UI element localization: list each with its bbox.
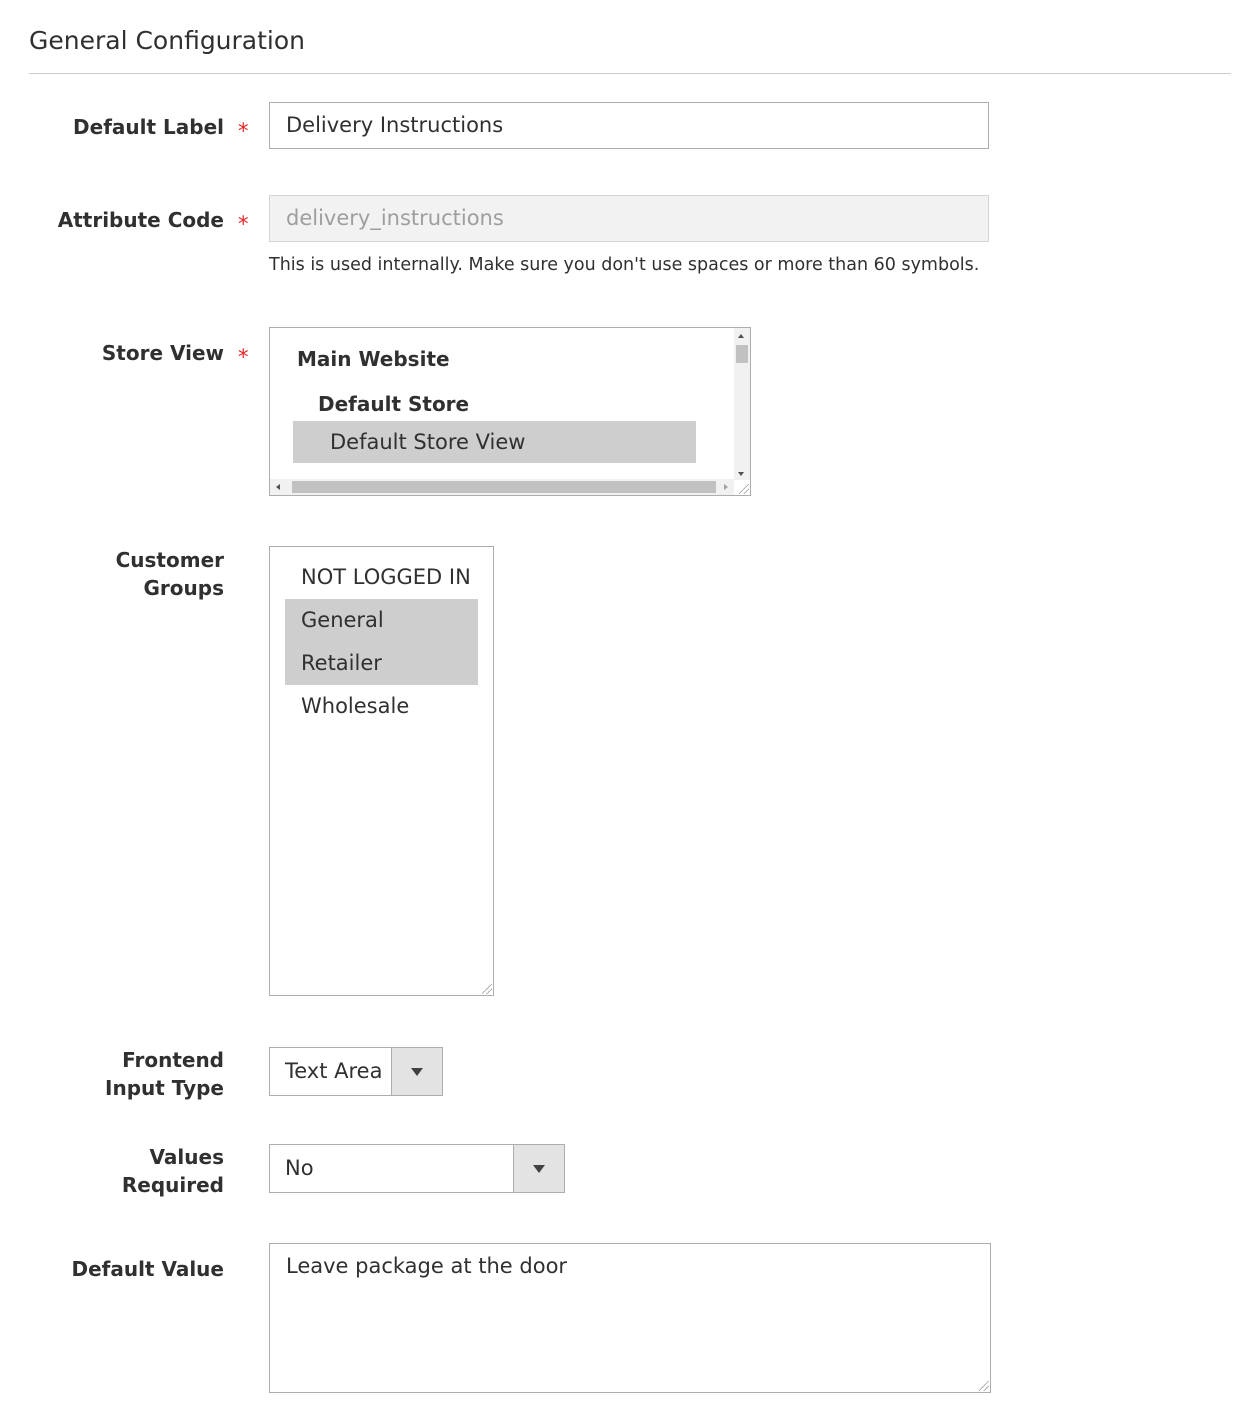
option-retailer[interactable]: Retailer	[285, 642, 478, 685]
section-divider	[29, 73, 1231, 74]
frontend-input-type-label: Frontend Input Type	[24, 1046, 224, 1102]
values-required-value: No	[285, 1156, 314, 1180]
values-required-label-line1: Values	[149, 1145, 224, 1169]
scroll-down-arrow-icon[interactable]	[738, 472, 744, 476]
default-value-textarea[interactable]: Leave package at the door	[269, 1243, 991, 1393]
vertical-scroll-thumb[interactable]	[736, 345, 748, 363]
frontend-input-type-value: Text Area	[285, 1059, 383, 1083]
required-star: *	[238, 345, 249, 369]
customer-groups-label: Customer Groups	[24, 546, 224, 602]
frontend-input-type-label-line1: Frontend	[122, 1048, 224, 1072]
resize-grip-icon[interactable]	[739, 484, 749, 494]
store-view-multiselect[interactable]: Main Website Default Store Default Store…	[269, 327, 751, 496]
frontend-input-type-select[interactable]: Text Area	[269, 1047, 443, 1096]
attribute-code-input: delivery_instructions	[269, 195, 989, 242]
scroll-right-arrow-icon[interactable]	[724, 484, 728, 490]
option-general[interactable]: General	[285, 599, 478, 642]
default-value-text: Leave package at the door	[286, 1254, 568, 1278]
values-required-select[interactable]: No	[269, 1144, 565, 1193]
required-star: *	[238, 119, 249, 143]
frontend-input-type-dropdown-button[interactable]	[391, 1048, 442, 1095]
section-title: General Configuration	[29, 26, 306, 55]
values-required-label: Values Required	[24, 1143, 224, 1199]
attribute-code-note: This is used internally. Make sure you d…	[269, 255, 980, 275]
customer-groups-label-line2: Groups	[143, 576, 224, 600]
horizontal-scroll-thumb[interactable]	[292, 481, 716, 493]
customer-groups-multiselect[interactable]: NOT LOGGED IN General Retailer Wholesale	[269, 546, 494, 996]
scroll-left-arrow-icon[interactable]	[276, 484, 280, 490]
default-label-label: Default Label	[73, 115, 224, 139]
values-required-dropdown-button[interactable]	[513, 1145, 564, 1192]
vertical-scrollbar[interactable]	[734, 328, 750, 480]
store-view-label: Store View	[101, 341, 224, 365]
default-value-label: Default Value	[71, 1257, 224, 1281]
resize-grip-icon[interactable]	[979, 1381, 989, 1391]
optgroup-default-store: Default Store	[318, 392, 470, 416]
optgroup-main-website: Main Website	[297, 347, 450, 371]
default-label-input[interactable]: Delivery Instructions	[269, 102, 989, 149]
required-star: *	[238, 212, 249, 236]
values-required-label-line2: Required	[121, 1173, 224, 1197]
horizontal-scrollbar[interactable]	[270, 479, 734, 495]
scroll-up-arrow-icon[interactable]	[738, 334, 744, 338]
option-default-store-view[interactable]: Default Store View	[293, 421, 696, 463]
caret-down-icon	[411, 1068, 423, 1076]
attribute-code-label: Attribute Code	[57, 208, 224, 232]
option-not-logged-in[interactable]: NOT LOGGED IN	[285, 556, 478, 599]
resize-grip-icon[interactable]	[482, 984, 492, 994]
customer-groups-label-line1: Customer	[115, 548, 224, 572]
caret-down-icon	[533, 1165, 545, 1173]
option-wholesale[interactable]: Wholesale	[285, 685, 478, 728]
frontend-input-type-label-line2: Input Type	[105, 1076, 224, 1100]
